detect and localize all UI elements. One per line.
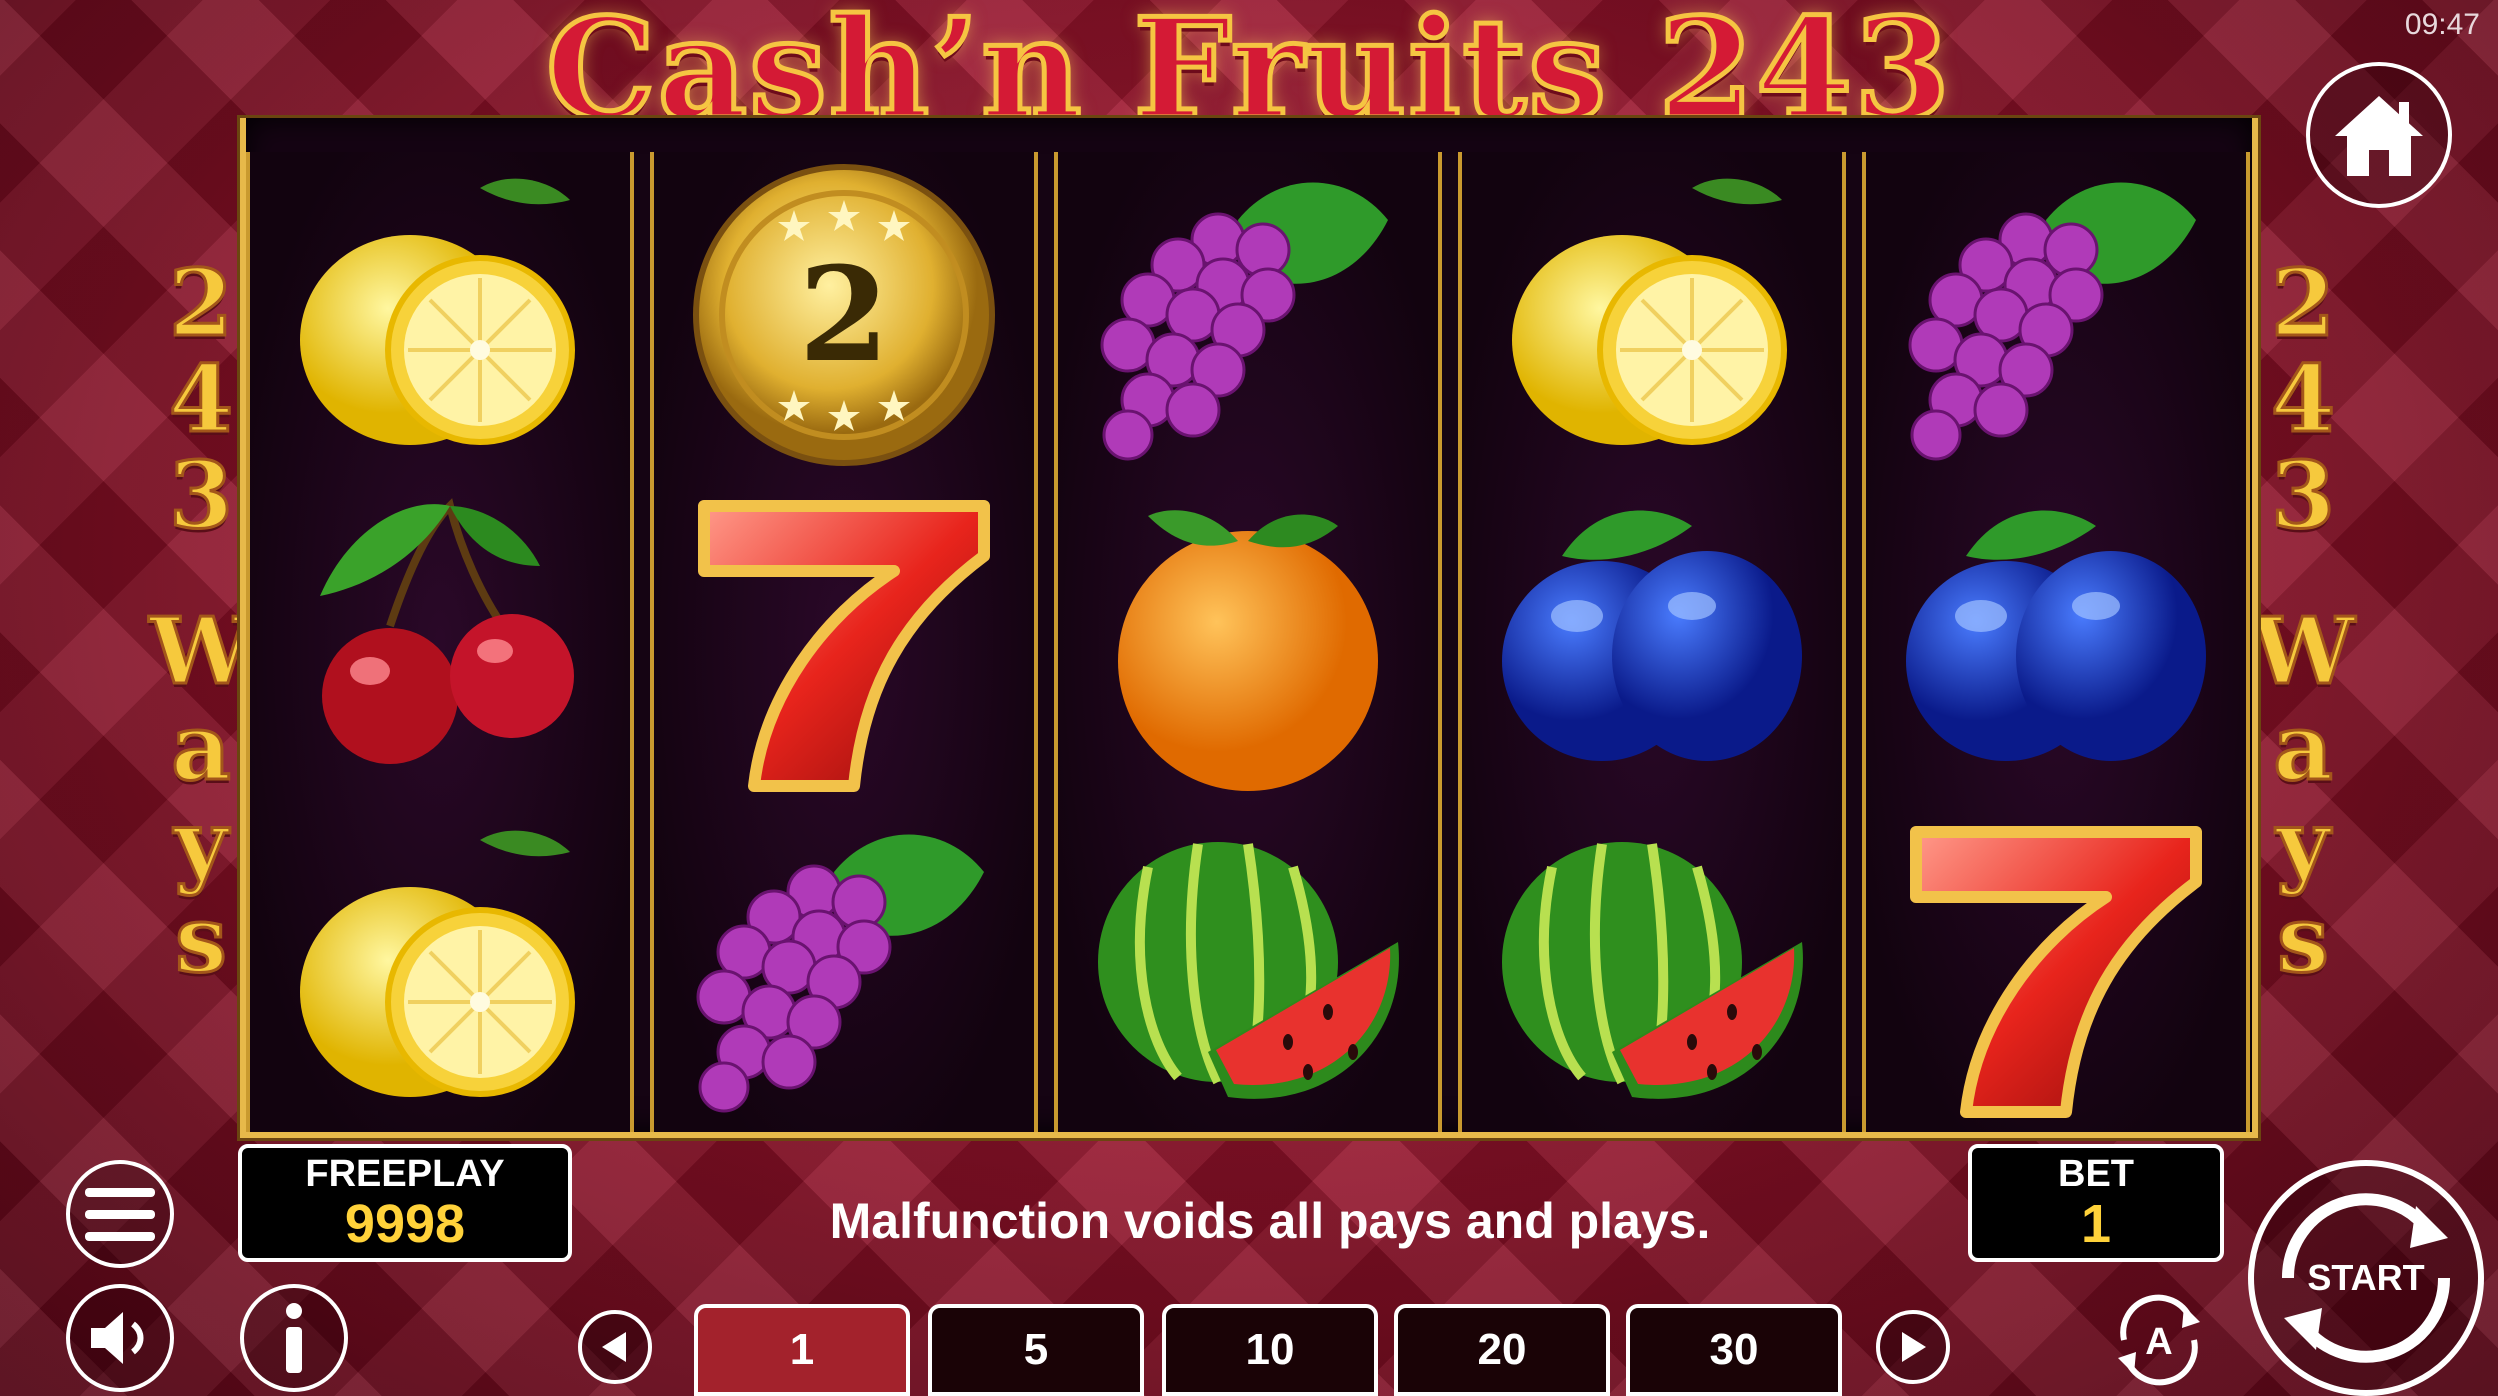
autoplay-icon: A [2118, 1294, 2200, 1386]
symbol-grapes [1058, 152, 1438, 478]
svg-text:A: A [2145, 1321, 2172, 1363]
ways-letter: y [2275, 789, 2331, 897]
ways-digit: 2 [2269, 249, 2336, 357]
ways-digit: 4 [2269, 345, 2336, 453]
bet-option-10[interactable]: 10 [1162, 1304, 1378, 1396]
symbol-grapes [654, 804, 1034, 1130]
ways-letter: W [2250, 597, 2356, 705]
bet-option-1[interactable]: 1 [694, 1304, 910, 1396]
autoplay-button[interactable]: A [2104, 1288, 2214, 1392]
bet-option-5[interactable]: 5 [928, 1304, 1144, 1396]
symbol-lemon [1462, 152, 1842, 478]
bet-value: 1 [2080, 1194, 2112, 1254]
menu-icon [85, 1188, 155, 1241]
bet-prev-button[interactable] [578, 1310, 652, 1384]
info-icon [286, 1303, 302, 1373]
start-label: START [2307, 1257, 2425, 1298]
reel-3 [1054, 152, 1442, 1132]
symbol-orange [1058, 478, 1438, 804]
reel-4 [1458, 152, 1846, 1132]
bet-next-button[interactable] [1876, 1310, 1950, 1384]
symbol-seven [1866, 804, 2246, 1130]
ways-label-right: 2 4 3 W a y s [2248, 249, 2358, 993]
bet-option-30[interactable]: 30 [1626, 1304, 1842, 1396]
freeplay-value: 9998 [344, 1194, 466, 1254]
reel-1 [246, 152, 634, 1132]
symbol-lemon [250, 804, 630, 1130]
symbol-coin: 2 [654, 152, 1034, 478]
ways-letter: s [2276, 885, 2331, 993]
menu-button[interactable] [66, 1160, 174, 1268]
bet-panel: BET 1 [1968, 1144, 2224, 1262]
bet-option-20[interactable]: 20 [1394, 1304, 1610, 1396]
freeplay-panel: FREEPLAY 9998 [238, 1144, 572, 1262]
status-message: Malfunction voids all pays and plays. [829, 1193, 1711, 1249]
symbol-watermelon [1058, 804, 1438, 1130]
home-button[interactable] [2306, 62, 2452, 208]
symbol-lemon [250, 152, 630, 478]
next-arrow-icon [1902, 1332, 1926, 1362]
symbol-plum [1866, 478, 2246, 804]
symbol-grapes [1866, 152, 2246, 478]
bet-label: BET [2058, 1153, 2134, 1195]
sound-button[interactable] [66, 1284, 174, 1392]
sound-icon [91, 1312, 144, 1364]
info-button[interactable] [240, 1284, 348, 1392]
svg-text:2: 2 [799, 238, 889, 391]
prev-arrow-icon [602, 1332, 626, 1362]
symbol-plum [1462, 478, 1842, 804]
reels-frame: 2 [240, 118, 2258, 1138]
ways-digit: 3 [2269, 441, 2336, 549]
home-icon [2335, 96, 2423, 176]
symbol-watermelon [1462, 804, 1842, 1130]
start-button[interactable]: START [2248, 1160, 2484, 1396]
reel-5 [1862, 152, 2250, 1132]
freeplay-label: FREEPLAY [305, 1153, 505, 1195]
symbol-cherries [250, 478, 630, 804]
symbol-seven [654, 478, 1034, 804]
reel-2: 2 [650, 152, 1038, 1132]
ways-letter: a [2272, 693, 2335, 801]
